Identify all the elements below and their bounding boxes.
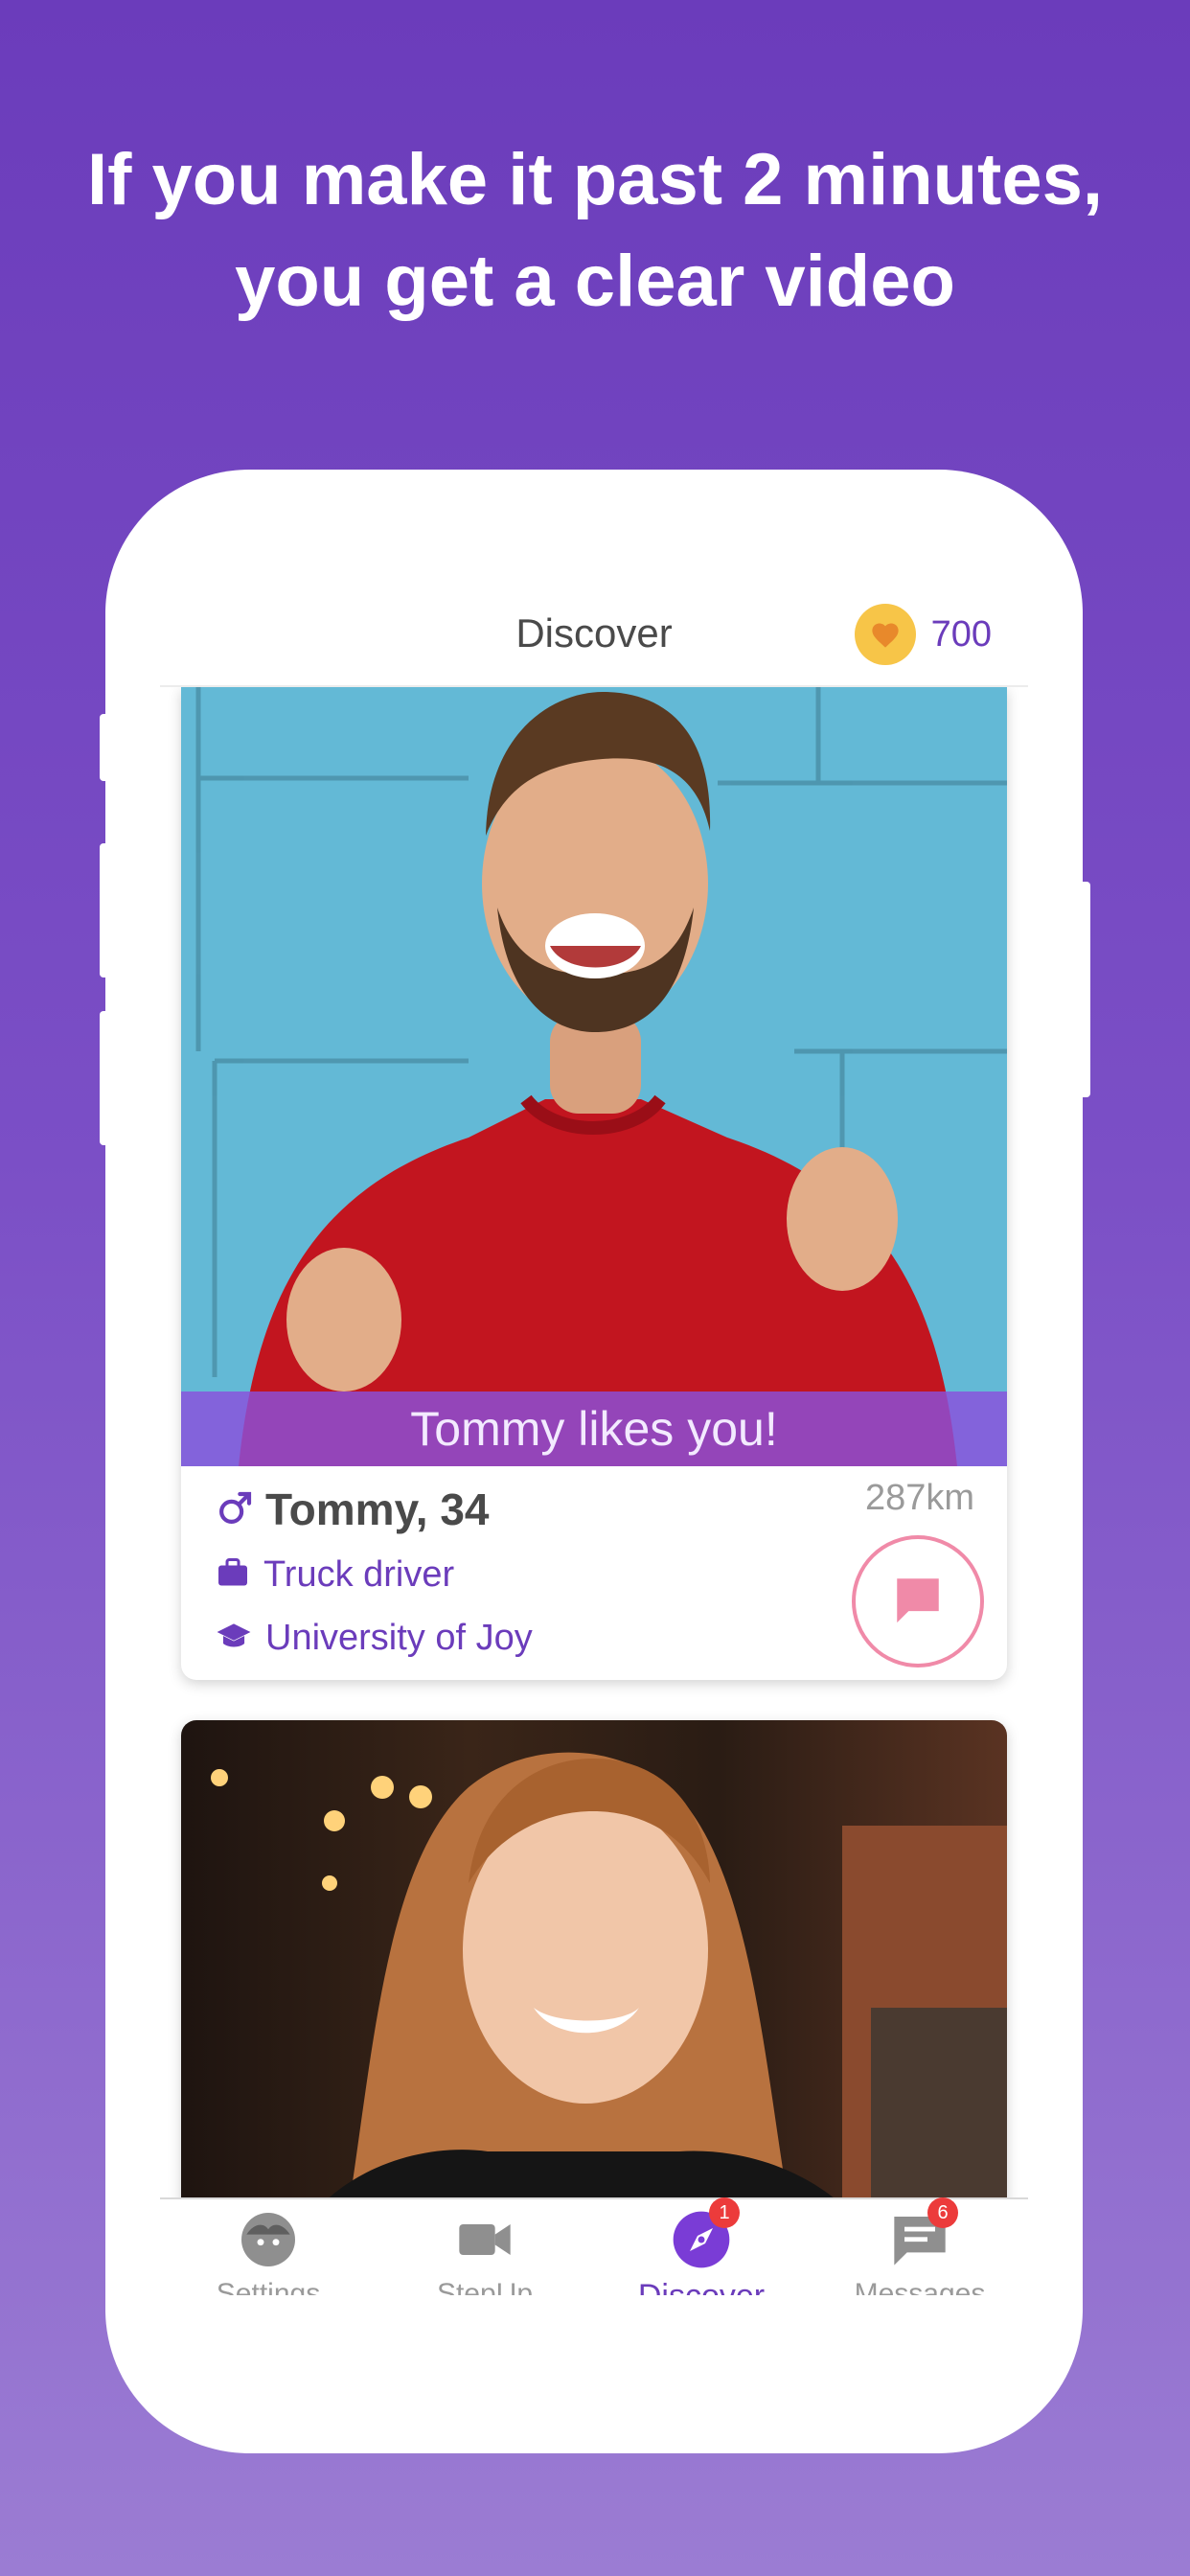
tab-settings[interactable]: Settings xyxy=(160,2209,377,2295)
face-icon xyxy=(238,2209,299,2270)
name-row: Tommy, 34 xyxy=(216,1484,489,1535)
heart-coin-icon xyxy=(854,604,916,665)
likes-you-banner: Tommy likes you! xyxy=(181,1392,1007,1466)
tab-discover[interactable]: 1 Discover xyxy=(593,2197,810,2295)
tab-bar: Settings StepUp 1 Discover 6 xyxy=(160,2197,1028,2295)
discover-feed[interactable]: Tommy likes you! Tommy, 34 Truck driver xyxy=(160,687,1028,2197)
headline-line-1: If you make it past 2 minutes, xyxy=(86,139,1104,220)
top-bar: Discover 700 xyxy=(160,561,1028,687)
profile-school: University of Joy xyxy=(265,1618,533,1658)
compass-icon: 1 xyxy=(671,2197,740,2270)
video-camera-icon xyxy=(454,2209,515,2270)
profile-distance: 287km xyxy=(864,1478,974,1518)
coin-count: 700 xyxy=(930,613,992,655)
profile-job: Truck driver xyxy=(263,1554,455,1595)
notification-badge: 6 xyxy=(927,2197,958,2228)
coin-balance[interactable]: 700 xyxy=(854,604,992,665)
profile-photo[interactable]: Tommy likes you! xyxy=(181,687,1007,1466)
tab-label: Discover xyxy=(593,2278,810,2295)
headline: If you make it past 2 minutes, you get a… xyxy=(0,129,1190,333)
school-row: University of Joy xyxy=(216,1618,533,1659)
chat-bubble-icon xyxy=(890,1572,946,1632)
profile-card[interactable]: Tommy likes you! Tommy, 34 Truck driver xyxy=(181,687,1007,1680)
message-icon: 6 xyxy=(889,2197,958,2270)
male-icon xyxy=(216,1487,256,1532)
profile-card[interactable] xyxy=(181,1720,1007,2197)
profile-info: Tommy, 34 Truck driver University of Joy xyxy=(181,1466,1007,1680)
tab-label: Settings xyxy=(216,2278,321,2295)
briefcase-icon xyxy=(216,1556,250,1594)
chat-button[interactable] xyxy=(852,1535,984,1668)
job-row: Truck driver xyxy=(216,1554,454,1596)
tab-stepup[interactable]: StepUp xyxy=(377,2209,593,2295)
tab-messages[interactable]: 6 Messages xyxy=(812,2197,1028,2295)
tab-label: Messages xyxy=(854,2278,986,2295)
profile-name: Tommy, 34 xyxy=(265,1484,490,1534)
phone-frame: Discover 700 Tommy likes you! Tommy, 34 … xyxy=(105,470,1083,2453)
notification-badge: 1 xyxy=(709,2197,740,2228)
profile-photo[interactable] xyxy=(181,1720,1007,2197)
app-screen: Discover 700 Tommy likes you! Tommy, 34 … xyxy=(160,561,1028,2295)
graduation-cap-icon xyxy=(216,1621,252,1656)
tab-label: StepUp xyxy=(436,2278,534,2295)
headline-line-2: you get a clear video xyxy=(235,241,955,322)
